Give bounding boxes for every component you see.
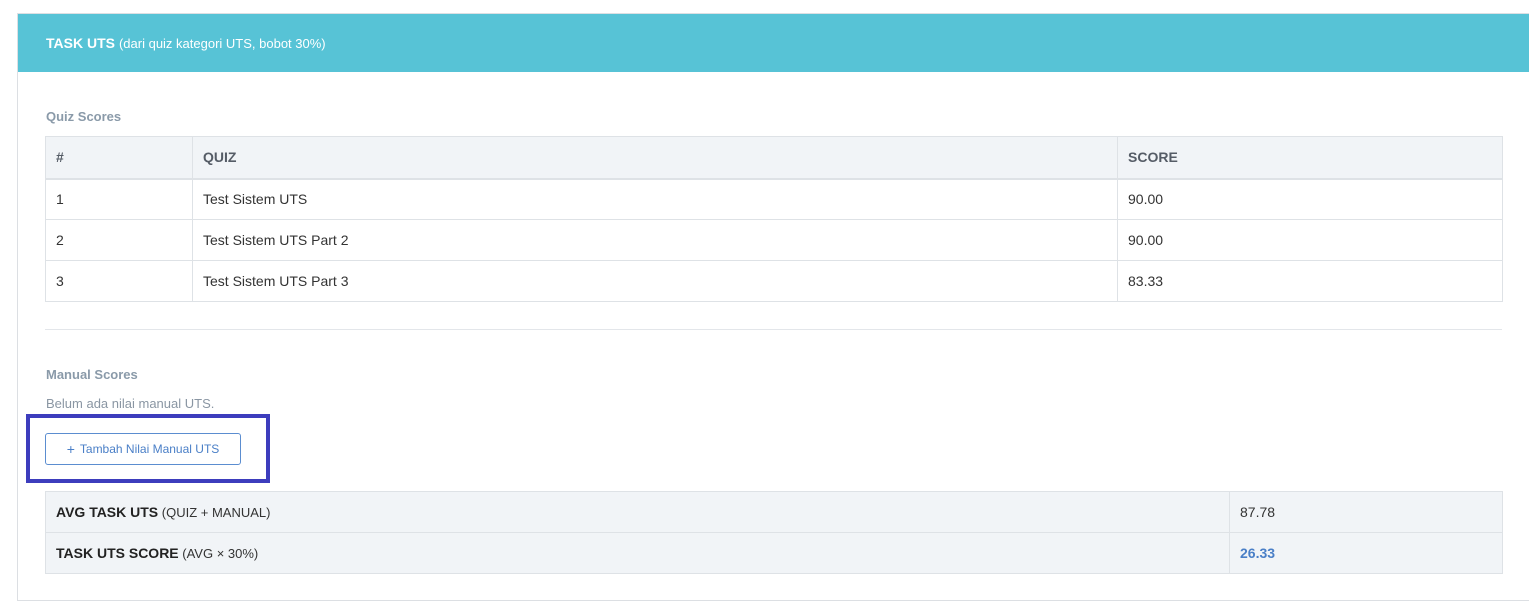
avg-value: 87.78 [1229,491,1503,533]
score-value: 26.33 [1229,532,1503,574]
plus-icon: + [66,441,75,457]
score-label: TASK UTS SCORE [56,545,179,561]
avg-note: (QUIZ + MANUAL) [161,505,271,520]
column-header-quiz: QUIZ [192,136,1118,180]
task-uts-card: TASK UTS (dari quiz kategori UTS, bobot … [17,13,1529,601]
summary-row-score: TASK UTS SCORE (AVG × 30%) 26.33 [45,532,1503,574]
row-score: 90.00 [1117,219,1503,261]
card-title: TASK UTS [46,35,115,51]
row-score: 83.33 [1117,260,1503,302]
row-quiz-name: Test Sistem UTS [192,178,1118,220]
table-row: 3 Test Sistem UTS Part 3 83.33 [45,260,1503,302]
card-header: TASK UTS (dari quiz kategori UTS, bobot … [18,14,1529,72]
manual-scores-label: Manual Scores [46,367,138,382]
manual-scores-empty-text: Belum ada nilai manual UTS. [46,396,215,411]
summary-row-avg: AVG TASK UTS (QUIZ + MANUAL) 87.78 [45,491,1503,533]
table-row: 2 Test Sistem UTS Part 2 90.00 [45,219,1503,261]
row-number: 2 [45,219,193,261]
section-divider [45,329,1502,330]
column-header-number: # [45,136,193,180]
row-quiz-name: Test Sistem UTS Part 2 [192,219,1118,261]
row-number: 1 [45,178,193,220]
column-header-score: SCORE [1117,136,1503,180]
table-row: 1 Test Sistem UTS 90.00 [45,178,1503,220]
quiz-scores-table: # QUIZ SCORE 1 Test Sistem UTS 90.00 2 T… [45,136,1503,302]
score-label-cell: TASK UTS SCORE (AVG × 30%) [45,532,1230,574]
add-manual-score-label: Tambah Nilai Manual UTS [79,442,220,456]
avg-label: AVG TASK UTS [56,504,159,520]
add-manual-score-button[interactable]: + Tambah Nilai Manual UTS [45,433,241,465]
row-score: 90.00 [1117,178,1503,220]
score-note: (AVG × 30%) [182,546,259,561]
avg-label-cell: AVG TASK UTS (QUIZ + MANUAL) [45,491,1230,533]
summary-table: AVG TASK UTS (QUIZ + MANUAL) 87.78 TASK … [45,491,1503,574]
card-subtitle: (dari quiz kategori UTS, bobot 30%) [118,35,326,51]
table-header-row: # QUIZ SCORE [45,136,1503,180]
row-quiz-name: Test Sistem UTS Part 3 [192,260,1118,302]
quiz-scores-label: Quiz Scores [46,109,122,124]
row-number: 3 [45,260,193,302]
